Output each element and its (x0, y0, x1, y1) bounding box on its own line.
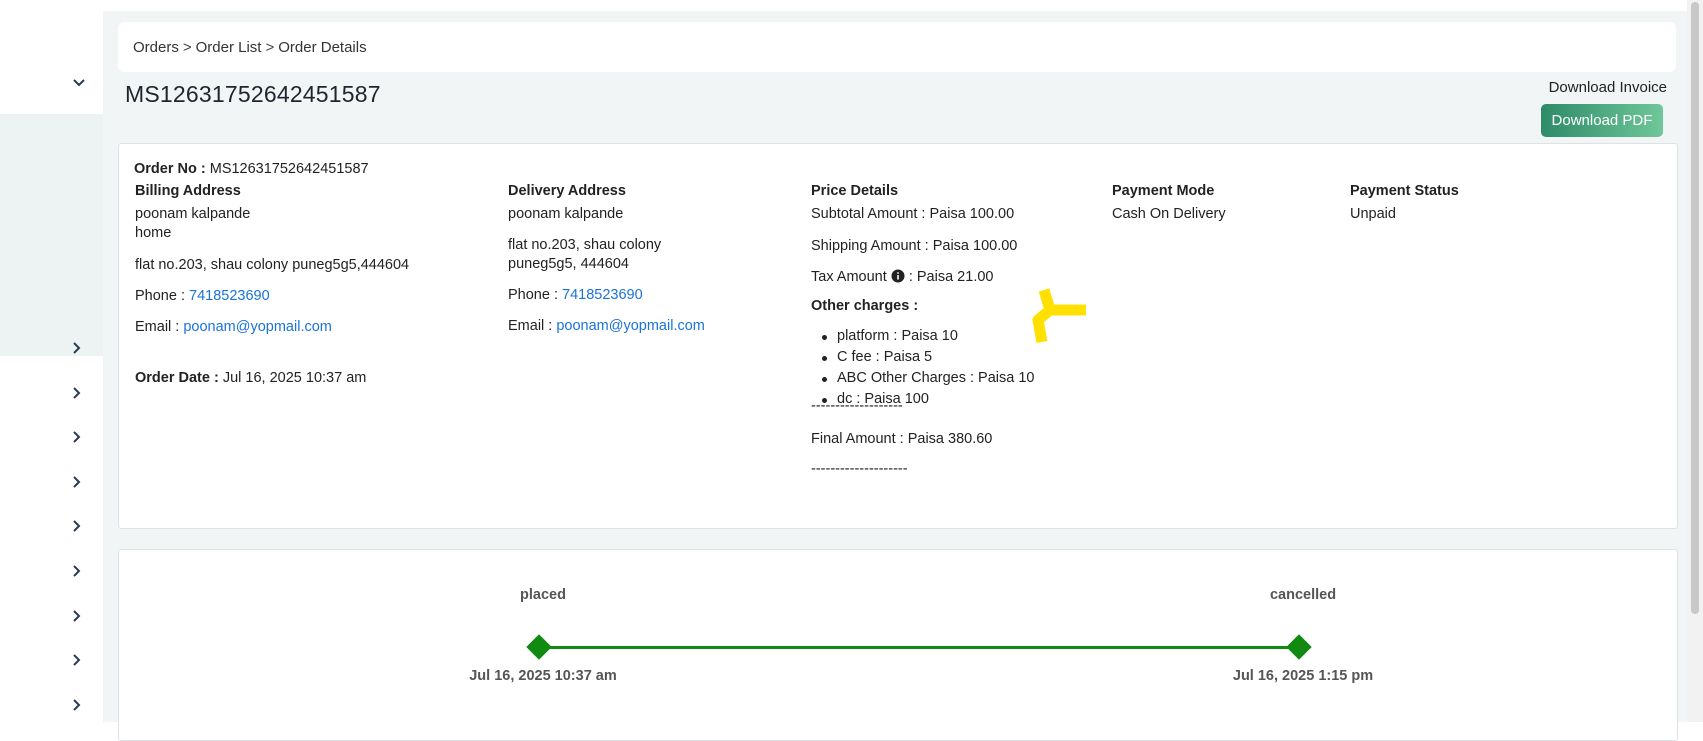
list-item: platform : Paisa 10 (810, 328, 1034, 349)
billing-heading: Billing Address (135, 183, 241, 199)
download-pdf-button[interactable]: Download PDF (1541, 104, 1663, 137)
order-timeline-card: placed cancelled Jul 16, 2025 10:37 am J… (118, 549, 1678, 741)
chevron-right-icon[interactable] (68, 518, 84, 534)
price-tax-value: : Paisa 21.00 (908, 269, 994, 285)
delivery-phone-label: Phone : (508, 287, 558, 303)
chevron-right-icon[interactable] (68, 429, 84, 445)
sidebar (0, 0, 103, 722)
chevron-right-icon[interactable] (68, 385, 84, 401)
sidebar-submenu-panel (0, 114, 103, 356)
order-no-row: Order No : MS12631752642451587 (134, 161, 369, 177)
payment-status-heading: Payment Status (1350, 183, 1459, 199)
chevron-right-icon[interactable] (68, 340, 84, 356)
delivery-heading: Delivery Address (508, 183, 626, 199)
price-divider: ------------------- (811, 398, 903, 414)
price-heading: Price Details (811, 183, 899, 199)
order-details-card: Order No : MS12631752642451587 Billing A… (118, 143, 1678, 529)
scrollbar-thumb[interactable] (1691, 2, 1699, 614)
timeline-line (539, 646, 1299, 649)
timeline-node-cancelled (1286, 634, 1312, 660)
billing-type: home (135, 225, 172, 241)
other-charges-heading: Other charges : (811, 298, 919, 314)
breadcrumb-order-details: Order Details (278, 39, 367, 56)
breadcrumb-orders[interactable]: Orders (133, 39, 179, 56)
chevron-down-icon[interactable] (71, 74, 87, 90)
payment-mode-value: Cash On Delivery (1112, 206, 1226, 222)
delivery-email-link[interactable]: poonam@yopmail.com (556, 318, 705, 334)
chevron-right-icon[interactable] (68, 563, 84, 579)
delivery-email-row: Email : poonam@yopmail.com (508, 318, 705, 334)
payment-status-value: Unpaid (1350, 206, 1396, 222)
breadcrumb-separator: > (265, 39, 275, 56)
scrollbar[interactable] (1687, 0, 1703, 722)
breadcrumb: Orders > Order List > Order Details (133, 39, 367, 56)
chevron-right-icon[interactable] (68, 608, 84, 624)
order-no-value: MS12631752642451587 (209, 161, 369, 177)
order-no-label: Order No : (134, 161, 206, 177)
billing-address: flat no.203, shau colony puneg5g5,444604 (135, 257, 410, 273)
timeline-date-cancelled: Jul 16, 2025 1:15 pm (1232, 668, 1374, 684)
info-icon[interactable] (891, 269, 905, 283)
price-subtotal: Subtotal Amount : Paisa 100.00 (811, 206, 1015, 222)
billing-phone-row: Phone : 7418523690 (135, 288, 270, 304)
chevron-right-icon[interactable] (68, 697, 84, 713)
page-title: MS12631752642451587 (125, 81, 381, 107)
payment-mode-heading: Payment Mode (1112, 183, 1215, 199)
delivery-email-label: Email : (508, 318, 553, 334)
delivery-name: poonam kalpande (508, 206, 624, 222)
arrow-left-icon (1032, 288, 1086, 343)
price-final: Final Amount : Paisa 380.60 (811, 431, 993, 447)
price-tax-row: Tax Amount : Paisa 21.00 (811, 269, 993, 285)
timeline-node-placed (526, 634, 552, 660)
billing-email-link[interactable]: poonam@yopmail.com (183, 319, 332, 335)
delivery-phone-row: Phone : 7418523690 (508, 287, 643, 303)
price-tax-label: Tax Amount (811, 269, 887, 285)
timeline-status-placed: placed (520, 587, 566, 603)
billing-phone-label: Phone : (135, 288, 185, 304)
order-date-row: Order Date : Jul 16, 2025 10:37 am (135, 370, 366, 386)
list-item: ABC Other Charges : Paisa 10 (810, 370, 1034, 391)
order-date-label: Order Date : (135, 370, 219, 386)
order-date-value: Jul 16, 2025 10:37 am (222, 370, 367, 386)
main-content: Orders > Order List > Order Details MS126317… (103, 11, 1687, 741)
billing-name: poonam kalpande (135, 206, 251, 222)
timeline-status-cancelled: cancelled (1269, 587, 1337, 603)
billing-email-row: Email : poonam@yopmail.com (135, 319, 332, 335)
delivery-address-line2: puneg5g5, 444604 (508, 256, 629, 272)
breadcrumb-separator: > (182, 39, 192, 56)
download-invoice-label: Download Invoice (1548, 79, 1667, 96)
price-divider: -------------------- (811, 461, 908, 477)
breadcrumb-card: Orders > Order List > Order Details (118, 22, 1676, 72)
delivery-phone-link[interactable]: 7418523690 (562, 287, 643, 303)
billing-email-label: Email : (135, 319, 180, 335)
delivery-address-line1: flat no.203, shau colony (508, 237, 662, 253)
timeline-date-placed: Jul 16, 2025 10:37 am (469, 668, 617, 684)
billing-phone-link[interactable]: 7418523690 (189, 288, 270, 304)
price-shipping: Shipping Amount : Paisa 100.00 (811, 238, 1018, 254)
chevron-right-icon[interactable] (68, 474, 84, 490)
breadcrumb-order-list[interactable]: Order List (196, 39, 262, 56)
list-item: C fee : Paisa 5 (810, 349, 1034, 370)
chevron-right-icon[interactable] (68, 652, 84, 668)
